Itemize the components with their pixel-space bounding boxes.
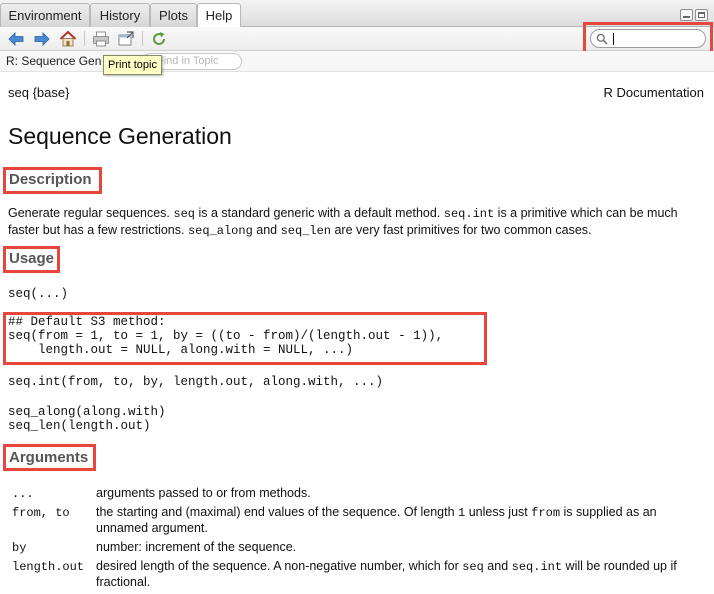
usage-code-generic: seq(...) xyxy=(8,287,69,301)
tab-help[interactable]: Help xyxy=(197,3,241,28)
inline-code: seq xyxy=(462,560,484,574)
open-in-new-window-icon[interactable] xyxy=(117,30,135,48)
r-documentation-label: R Documentation xyxy=(603,85,704,100)
toolbar-separator xyxy=(84,31,85,46)
tab-plots[interactable]: Plots xyxy=(150,3,197,27)
highlight-box-usage xyxy=(3,246,60,273)
usage-code-seq-along-len: seq_along(along.with) seq_len(length.out… xyxy=(8,405,166,433)
argument-description: number: increment of the sequence. xyxy=(96,540,297,554)
package-label: seq {base} xyxy=(8,85,70,100)
topic-title: R: Sequence Generation xyxy=(6,54,102,68)
usage-code-seq-int: seq.int(from, to, by, length.out, along.… xyxy=(8,375,384,389)
argument-name: by xyxy=(12,541,27,555)
argument-description: arguments passed to or from methods. xyxy=(96,486,311,500)
highlight-box-arguments xyxy=(3,444,96,471)
argument-name: length.out xyxy=(12,560,85,574)
description-text: Generate regular sequences. seq is a sta… xyxy=(8,206,678,238)
page-title: Sequence Generation xyxy=(8,123,232,149)
forward-arrow-icon[interactable] xyxy=(33,30,51,48)
print-icon[interactable] xyxy=(92,30,110,48)
inline-code: seq.int xyxy=(443,207,495,221)
argument-name: ... xyxy=(12,487,34,501)
help-document: seq {base} R Documentation Sequence Gene… xyxy=(0,72,714,594)
tab-history[interactable]: History xyxy=(90,3,150,27)
highlight-box-default-method xyxy=(3,312,487,365)
highlight-box-description xyxy=(3,167,102,194)
argument-name: from, to xyxy=(12,506,70,520)
inline-code: seq_len xyxy=(280,224,331,238)
minimize-pane-icon[interactable] xyxy=(680,9,693,21)
tab-environment[interactable]: Environment xyxy=(0,3,90,27)
back-arrow-icon[interactable] xyxy=(7,30,25,48)
refresh-icon[interactable] xyxy=(150,30,168,48)
maximize-pane-icon[interactable] xyxy=(695,9,708,21)
inline-code: seq_along xyxy=(187,224,253,238)
inline-code: 1 xyxy=(458,506,466,520)
inline-code: seq.int xyxy=(511,560,563,574)
toolbar-separator xyxy=(142,31,143,46)
inline-code: from xyxy=(531,506,561,520)
home-icon[interactable] xyxy=(59,30,77,48)
inline-code: seq xyxy=(173,207,195,221)
argument-description: the starting and (maximal) end values of… xyxy=(96,505,657,535)
argument-description: desired length of the sequence. A non-ne… xyxy=(96,559,677,589)
